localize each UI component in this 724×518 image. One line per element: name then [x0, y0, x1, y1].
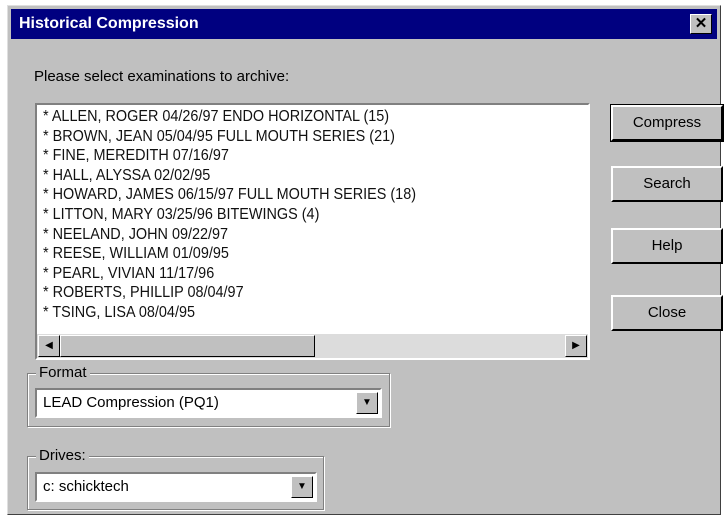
list-item[interactable]: * REESE, WILLIAM 01/09/95: [43, 244, 545, 264]
format-label: Format: [36, 364, 90, 381]
list-item[interactable]: * ROBERTS, PHILLIP 08/04/97: [43, 283, 545, 303]
help-button[interactable]: Help: [611, 228, 723, 264]
list-item[interactable]: * HALL, ALYSSA 02/02/95: [43, 166, 545, 186]
drives-select[interactable]: c: schicktech ▼: [35, 472, 317, 502]
search-button-label: Search: [643, 175, 691, 192]
scroll-left-icon[interactable]: ◀: [38, 335, 60, 357]
chevron-down-icon[interactable]: ▼: [356, 392, 378, 414]
list-item[interactable]: * BROWN, JEAN 05/04/95 FULL MOUTH SERIES…: [43, 127, 545, 147]
list-item[interactable]: * HOWARD, JAMES 06/15/97 FULL MOUTH SERI…: [43, 185, 545, 205]
dialog-window: Historical Compression ✕ Please select e…: [7, 5, 724, 515]
examinations-list[interactable]: * ALLEN, ROGER 04/26/97 ENDO HORIZONTAL …: [43, 107, 583, 328]
scroll-right-icon[interactable]: ▶: [565, 335, 587, 357]
chevron-down-icon[interactable]: ▼: [291, 476, 313, 498]
format-value: LEAD Compression (PQ1): [43, 394, 219, 411]
compress-button[interactable]: Compress: [610, 104, 724, 142]
format-select[interactable]: LEAD Compression (PQ1) ▼: [35, 388, 382, 418]
list-item[interactable]: * PEARL, VIVIAN 11/17/96: [43, 264, 545, 284]
list-item[interactable]: * LITTON, MARY 03/25/96 BITEWINGS (4): [43, 205, 545, 225]
list-item[interactable]: * NEELAND, JOHN 09/22/97: [43, 225, 545, 245]
horizontal-scrollbar[interactable]: ◀ ▶: [37, 334, 588, 358]
close-button[interactable]: Close: [611, 295, 723, 331]
list-item[interactable]: * TSING, LISA 08/04/95: [43, 303, 545, 323]
drives-label: Drives:: [36, 447, 89, 464]
drives-group: Drives: c: schicktech ▼: [27, 447, 324, 510]
format-group: Format LEAD Compression (PQ1) ▼: [27, 364, 390, 427]
title-bar: Historical Compression ✕: [11, 9, 717, 39]
list-item[interactable]: * ALLEN, ROGER 04/26/97 ENDO HORIZONTAL …: [43, 107, 545, 127]
drives-value: c: schicktech: [43, 478, 129, 495]
search-button[interactable]: Search: [611, 166, 723, 202]
scroll-thumb[interactable]: [60, 335, 315, 357]
examinations-listbox[interactable]: * ALLEN, ROGER 04/26/97 ENDO HORIZONTAL …: [35, 103, 590, 360]
instruction-label: Please select examinations to archive:: [34, 68, 290, 85]
list-item[interactable]: * FINE, MEREDITH 07/16/97: [43, 146, 545, 166]
close-icon[interactable]: ✕: [690, 14, 712, 34]
window-title: Historical Compression: [19, 15, 199, 32]
help-button-label: Help: [651, 237, 683, 254]
close-button-label: Close: [647, 304, 687, 321]
compress-button-label: Compress: [632, 114, 702, 131]
